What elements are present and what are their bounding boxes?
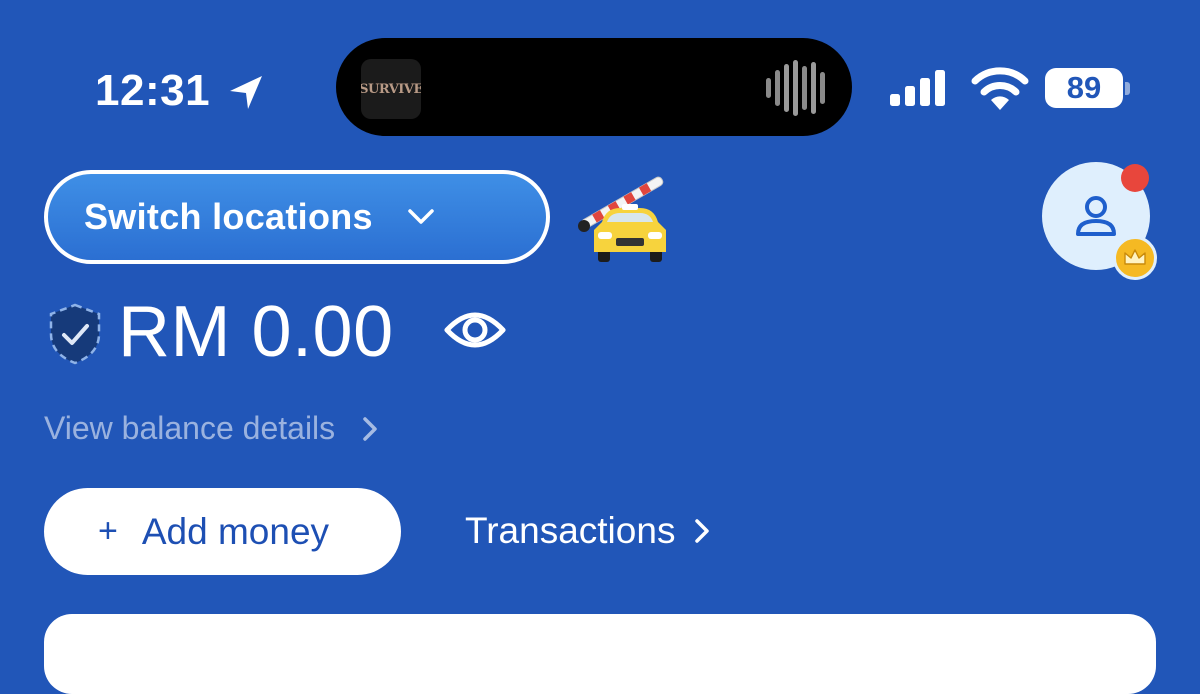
- chevron-right-icon: [695, 519, 710, 543]
- now-playing-artwork[interactable]: SURVIVE: [361, 59, 421, 119]
- chevron-down-icon: [408, 209, 434, 224]
- add-money-button[interactable]: + Add money: [44, 488, 401, 575]
- location-arrow-icon: [230, 76, 262, 109]
- now-playing-artwork-text: SURVIVE: [361, 81, 421, 97]
- add-money-label: Add money: [141, 510, 330, 552]
- dynamic-island[interactable]: SURVIVE: [336, 38, 852, 136]
- transactions-link[interactable]: Transactions: [465, 510, 711, 552]
- eye-icon[interactable]: [444, 304, 506, 356]
- car-barrier-icon: [578, 176, 666, 262]
- chevron-right-icon: [363, 416, 377, 441]
- crown-icon: [1124, 249, 1146, 265]
- signal-icon: [890, 70, 945, 106]
- battery-tip: [1125, 82, 1130, 95]
- view-balance-details-label: View balance details: [44, 410, 336, 446]
- content-card: [44, 614, 1156, 694]
- crown-badge: [1113, 236, 1157, 280]
- battery-icon: 89: [1045, 68, 1123, 108]
- plus-icon: +: [98, 512, 118, 550]
- user-icon: [1076, 196, 1116, 236]
- waveform-icon: [766, 60, 825, 116]
- transactions-label: Transactions: [465, 510, 676, 551]
- switch-locations-label: Switch locations: [84, 196, 373, 237]
- notification-dot: [1121, 164, 1149, 192]
- switch-locations-button[interactable]: Switch locations: [44, 170, 550, 264]
- view-balance-details-link[interactable]: View balance details: [44, 410, 379, 447]
- balance-amount: RM 0.00: [118, 292, 394, 372]
- status-time: 12:31: [95, 66, 211, 115]
- shield-check-icon: [49, 303, 101, 365]
- wifi-icon: [971, 67, 1029, 110]
